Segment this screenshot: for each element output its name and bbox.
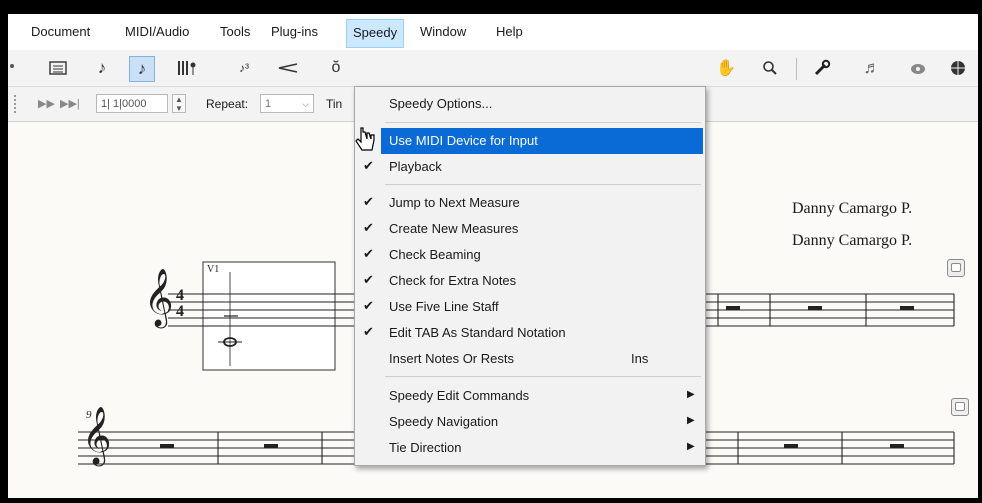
submenu-arrow-icon: ▶ <box>687 415 695 426</box>
menu-item-check-beaming[interactable]: ✔ Check Beaming <box>355 242 705 268</box>
toolbar-divider <box>796 58 797 80</box>
measure-position-field[interactable]: 1| 1|0000 <box>96 94 168 113</box>
fast-forward-icon[interactable]: ▶▶ <box>38 97 55 110</box>
voice-label: V1 <box>207 264 220 275</box>
wrench-icon[interactable] <box>810 56 834 80</box>
main-tool-palette: ♪ ♪ ♪³ ŏ ✋ ♬ <box>8 50 978 87</box>
zoom-icon[interactable] <box>758 56 782 80</box>
menu-item-tie-direction[interactable]: Tie Direction ▶ <box>355 435 705 461</box>
hand-grabber-icon[interactable]: ✋ <box>714 56 738 80</box>
instrument-icon[interactable] <box>906 56 930 80</box>
menu-item-playback[interactable]: ✔ Playback <box>355 154 705 180</box>
toolbar-grip <box>14 95 20 113</box>
mixer-icon[interactable]: ♬ <box>860 56 884 80</box>
repeat-select[interactable]: 1 ⌵ <box>260 94 314 113</box>
repeat-label: Repeat: <box>206 97 249 111</box>
menu-item-check-extra-notes[interactable]: ✔ Check for Extra Notes <box>355 268 705 294</box>
menu-document[interactable]: Document <box>31 24 90 39</box>
menubar: Document MIDI/Audio Tools Plug-ins Speed… <box>8 14 978 50</box>
smart-shape-tool-icon[interactable] <box>276 56 300 80</box>
submenu-arrow-icon: ▶ <box>687 441 695 452</box>
menu-item-speedy-edit-commands[interactable]: Speedy Edit Commands ▶ <box>355 383 705 409</box>
time-signature-top: 4 <box>176 287 184 304</box>
menu-separator <box>385 376 701 377</box>
menu-item-five-line-staff[interactable]: ✔ Use Five Line Staff <box>355 294 705 320</box>
beaming-check-icon: ✔ <box>363 246 374 261</box>
hand-cursor-icon <box>355 127 375 151</box>
articulation-tool-icon[interactable]: ŏ <box>324 56 348 80</box>
simple-entry-icon[interactable]: ♪ <box>90 56 114 80</box>
menu-item-create-new-measures[interactable]: ✔ Create New Measures <box>355 216 705 242</box>
speedy-entry-icon[interactable]: ♪ <box>129 56 155 82</box>
submenu-arrow-icon: ▶ <box>687 389 695 400</box>
speedy-dropdown-menu: Speedy Options... Use MIDI Device for In… <box>354 86 706 466</box>
menu-item-insert-notes-rests[interactable]: Insert Notes Or Rests Ins <box>355 346 705 372</box>
menu-item-jump-next-measure[interactable]: ✔ Jump to Next Measure <box>355 190 705 216</box>
menu-speedy[interactable]: Speedy <box>346 19 405 48</box>
selection-tool-icon[interactable] <box>46 56 70 80</box>
jump-check-icon: ✔ <box>363 194 374 209</box>
skip-end-icon[interactable]: ▶▶| <box>60 97 80 110</box>
create-check-icon: ✔ <box>363 220 374 235</box>
menu-item-use-midi-device[interactable]: Use MIDI Device for Input <box>381 128 703 154</box>
menu-midi-audio[interactable]: MIDI/Audio <box>125 24 189 39</box>
toolbar-grip <box>10 64 14 68</box>
finale-window: Document MIDI/Audio Tools Plug-ins Speed… <box>8 14 978 498</box>
tuplet-tool-icon[interactable]: ♪³ <box>232 56 256 80</box>
extra-check-icon: ✔ <box>363 272 374 287</box>
treble-clef-icon: 𝄞 <box>144 268 174 326</box>
menu-window[interactable]: Window <box>420 24 466 39</box>
edit-tab-check-icon: ✔ <box>363 324 374 339</box>
position-stepper[interactable]: ▲ ▼ <box>172 94 186 113</box>
menu-item-speedy-options[interactable]: Speedy Options... <box>355 91 705 117</box>
time-label-fragment: Tin <box>326 97 343 111</box>
staff-tool-icon[interactable] <box>176 56 200 80</box>
playback-check-icon: ✔ <box>363 158 374 173</box>
insert-shortcut: Ins <box>631 351 649 366</box>
menu-separator <box>385 122 701 123</box>
five-line-check-icon: ✔ <box>363 298 374 313</box>
menu-tools[interactable]: Tools <box>220 24 250 39</box>
menu-separator <box>385 184 701 185</box>
expression-icon[interactable] <box>946 56 970 80</box>
menu-help[interactable]: Help <box>496 24 523 39</box>
menu-plug-ins[interactable]: Plug-ins <box>271 24 318 39</box>
time-signature-bottom: 4 <box>176 303 184 320</box>
treble-clef-icon-2: 𝄞 <box>82 406 112 464</box>
menu-item-speedy-navigation[interactable]: Speedy Navigation ▶ <box>355 409 705 435</box>
menu-item-edit-tab[interactable]: ✔ Edit TAB As Standard Notation <box>355 320 705 346</box>
